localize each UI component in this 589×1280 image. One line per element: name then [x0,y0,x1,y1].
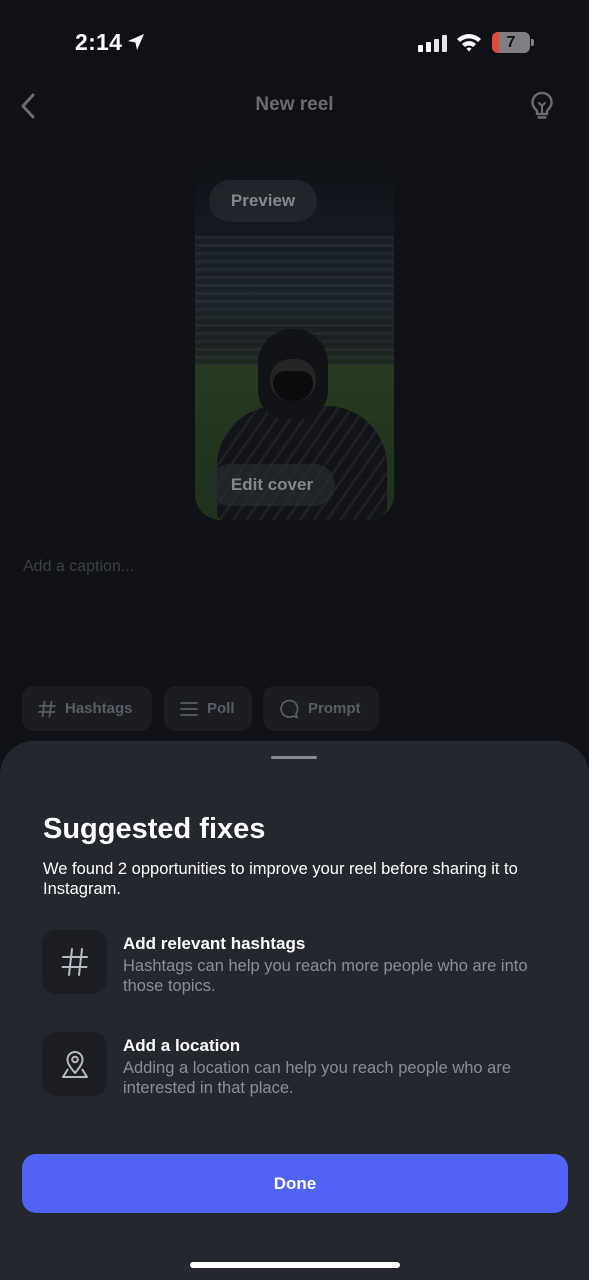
home-indicator[interactable] [190,1262,400,1268]
battery-icon: 7 [492,32,534,53]
fix-title: Add a location [123,1036,241,1055]
poll-chip-label: Poll [207,700,235,717]
fix-item-location[interactable]: Add a location Adding a location can hel… [42,1032,552,1098]
edit-cover-button[interactable]: Edit cover [209,464,335,506]
fix-title: Add relevant hashtags [123,934,306,953]
reel-preview[interactable]: Preview Edit cover [195,166,394,520]
poll-lines-icon [180,701,198,717]
suggested-fixes-sheet: Suggested fixes We found 2 opportunities… [0,741,589,1280]
hashtags-chip-label: Hashtags [65,700,133,717]
prompt-chip-label: Prompt [308,700,361,717]
fix-icon-container [42,930,107,994]
fix-description: Hashtags can help you reach more people … [123,957,528,995]
fix-item-hashtags[interactable]: Add relevant hashtags Hashtags can help … [42,930,552,996]
top-nav-bar: New reel [0,86,589,126]
lightbulb-icon [531,91,553,119]
poll-chip[interactable]: Poll [164,686,252,731]
hashtag-icon [61,948,88,976]
sheet-grabber[interactable] [271,756,317,759]
status-bar: 2:14 7 [0,0,589,86]
hashtag-icon [38,700,56,718]
prompt-chip[interactable]: Prompt [263,686,379,731]
battery-level: 7 [506,34,516,51]
sheet-title: Suggested fixes [43,813,266,845]
hashtags-chip[interactable]: Hashtags [22,686,152,731]
cellular-signal-icon [418,35,447,52]
tips-button[interactable] [527,88,557,124]
caption-input[interactable]: Add a caption... [23,558,134,576]
done-button[interactable]: Done [22,1154,568,1213]
preview-button[interactable]: Preview [209,180,317,222]
fix-icon-container [42,1032,107,1096]
location-pin-icon [61,1051,88,1078]
prompt-bubble-icon [279,699,299,719]
location-arrow-icon [128,34,144,50]
status-time: 2:14 [75,29,123,55]
wifi-icon [457,34,481,52]
fix-description: Adding a location can help you reach peo… [123,1059,512,1097]
sheet-description: We found 2 opportunities to improve your… [43,860,518,898]
page-title: New reel [255,94,334,115]
